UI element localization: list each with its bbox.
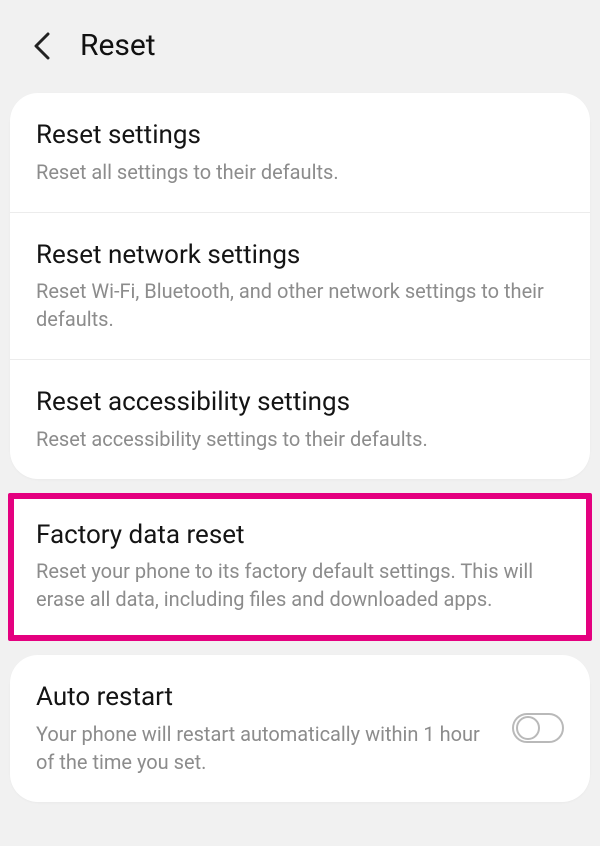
row-title: Reset accessibility settings xyxy=(36,386,564,419)
auto-restart-row[interactable]: Auto restart Your phone will restart aut… xyxy=(10,655,590,802)
reset-accessibility-settings-row[interactable]: Reset accessibility settings Reset acces… xyxy=(10,359,590,479)
auto-restart-card: Auto restart Your phone will restart aut… xyxy=(10,655,590,802)
auto-restart-toggle[interactable] xyxy=(512,713,564,743)
row-title: Auto restart xyxy=(36,681,494,714)
auto-restart-text: Auto restart Your phone will restart aut… xyxy=(36,681,494,776)
row-title: Reset settings xyxy=(36,119,564,152)
row-desc: Your phone will restart automatically wi… xyxy=(36,720,494,776)
row-desc: Reset all settings to their defaults. xyxy=(36,158,564,186)
row-desc: Reset your phone to its factory default … xyxy=(36,557,566,613)
row-title: Reset network settings xyxy=(36,239,564,272)
row-desc: Reset accessibility settings to their de… xyxy=(36,425,564,453)
row-title: Factory data reset xyxy=(36,519,566,552)
back-icon[interactable] xyxy=(28,32,56,60)
reset-settings-row[interactable]: Reset settings Reset all settings to the… xyxy=(10,93,590,212)
reset-options-card: Reset settings Reset all settings to the… xyxy=(10,93,590,479)
page-title: Reset xyxy=(80,28,156,63)
header-bar: Reset xyxy=(0,0,600,93)
factory-data-reset-row[interactable]: Factory data reset Reset your phone to i… xyxy=(8,493,592,642)
row-desc: Reset Wi-Fi, Bluetooth, and other networ… xyxy=(36,277,564,333)
reset-network-settings-row[interactable]: Reset network settings Reset Wi-Fi, Blue… xyxy=(10,212,590,360)
reset-settings-screen: Reset Reset settings Reset all settings … xyxy=(0,0,600,846)
